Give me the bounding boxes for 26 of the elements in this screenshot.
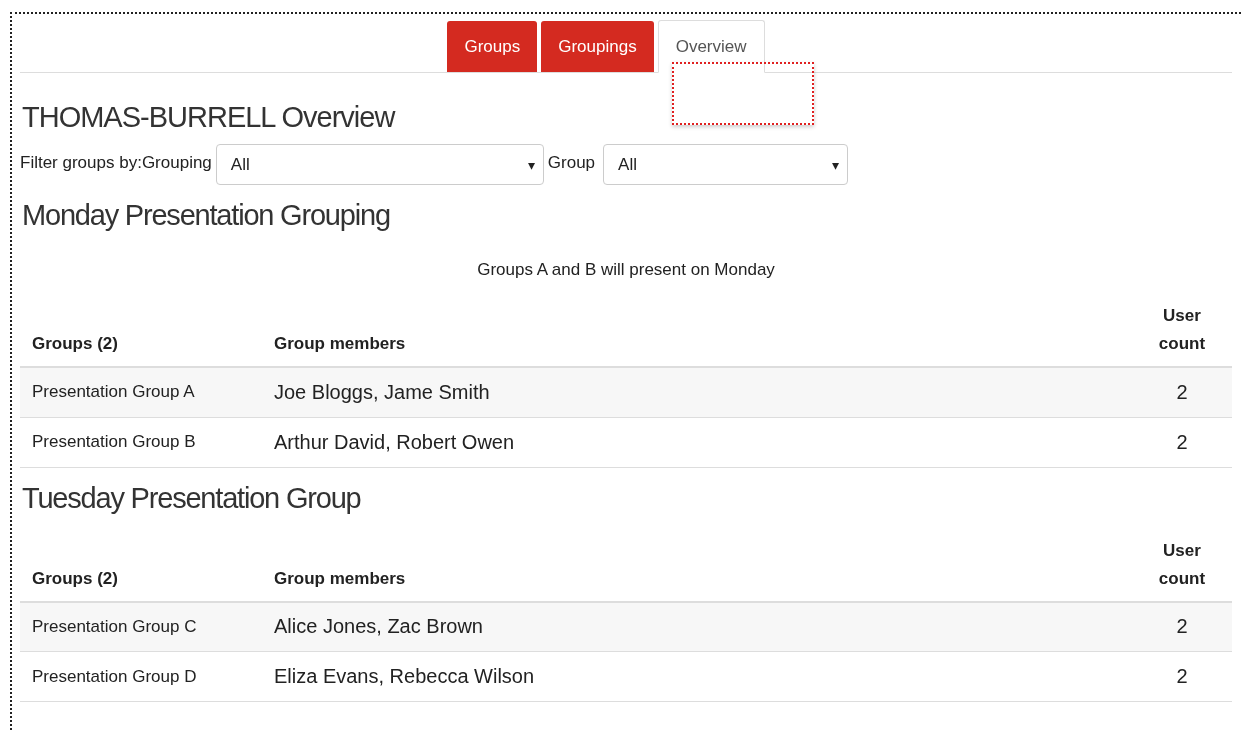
grouping-select[interactable]: All ▾ — [215, 144, 544, 185]
tab[interactable]: Overview — [657, 20, 765, 73]
grouping-description: Groups A and B will present on Monday — [476, 260, 776, 280]
table-cell: Presentation Group A — [20, 367, 262, 417]
filter-label: Group — [547, 152, 596, 174]
page-title: THOMAS-BURRELL Overview — [22, 101, 397, 134]
grouping-title: Tuesday Presentation Group — [22, 481, 362, 515]
grouping-title: Monday Presentation Grouping — [22, 199, 391, 232]
column-header: Group members — [262, 528, 1132, 602]
column-header: Groups (2) — [20, 528, 262, 602]
table-cell: Alice Jones, Zac Brown — [262, 601, 1132, 652]
table-cell: Presentation Group D — [20, 651, 262, 702]
table-cell: Presentation Group B — [20, 417, 262, 467]
table-cell: 2 — [1132, 651, 1232, 702]
table-cell: Arthur David, Robert Owen — [262, 417, 1132, 467]
group-select[interactable]: All ▾ — [603, 144, 849, 185]
table-cell: Joe Bloggs, Jame Smith — [262, 367, 1132, 417]
table-cell: 2 — [1132, 367, 1232, 417]
table-cell: Presentation Group C — [20, 601, 262, 652]
tab[interactable]: Groupings — [541, 21, 654, 72]
table-cell: Eliza Evans, Rebecca Wilson — [262, 651, 1132, 702]
column-header: User count — [1132, 528, 1232, 602]
table-cell: 2 — [1132, 601, 1232, 652]
table-cell: 2 — [1132, 417, 1232, 467]
tab[interactable]: Groups — [447, 21, 538, 72]
filter-label: Filter groups by:Grouping — [20, 152, 212, 174]
